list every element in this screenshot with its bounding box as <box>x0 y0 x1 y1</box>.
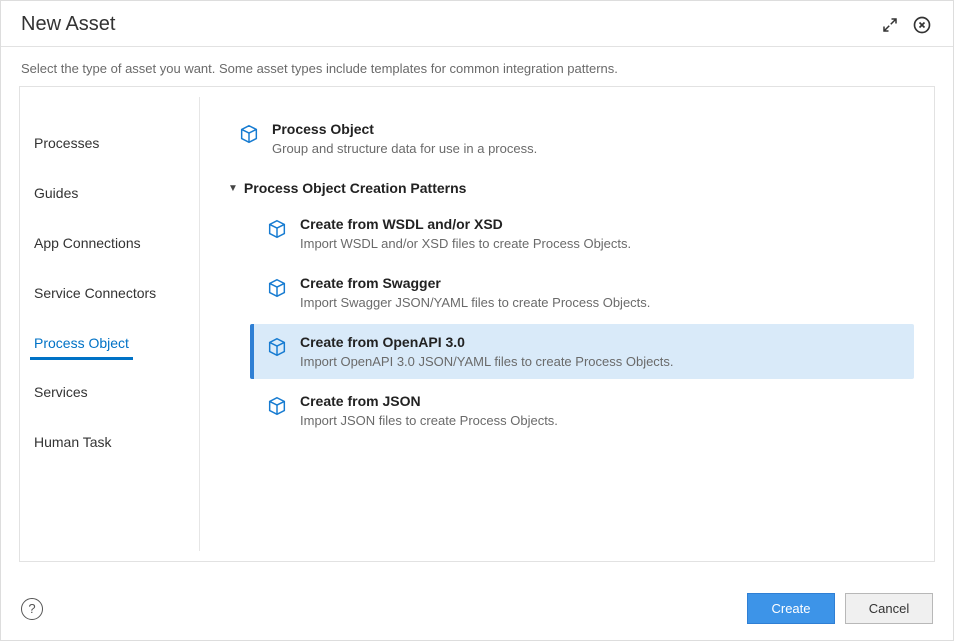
sidebar-item-guides[interactable]: Guides <box>30 175 82 211</box>
sidebar-item-services[interactable]: Services <box>30 374 92 410</box>
cube-icon <box>266 336 288 363</box>
option-desc: Import WSDL and/or XSD files to create P… <box>300 236 631 251</box>
option-text: Create from OpenAPI 3.0 Import OpenAPI 3… <box>300 334 674 369</box>
option-create-from-openapi[interactable]: Create from OpenAPI 3.0 Import OpenAPI 3… <box>250 324 914 379</box>
help-icon[interactable]: ? <box>21 598 43 620</box>
section-label: Process Object Creation Patterns <box>244 180 467 196</box>
titlebar: New Asset <box>1 1 953 47</box>
cube-icon <box>238 123 260 150</box>
cube-icon <box>266 277 288 304</box>
sidebar-item-process-object[interactable]: Process Object <box>30 325 133 360</box>
option-title: Create from JSON <box>300 393 558 409</box>
option-title: Create from Swagger <box>300 275 650 291</box>
option-text: Create from JSON Import JSON files to cr… <box>300 393 558 428</box>
cube-icon <box>266 218 288 245</box>
content-area: Processes Guides App Connections Service… <box>1 86 953 581</box>
option-create-from-json[interactable]: Create from JSON Import JSON files to cr… <box>250 383 914 438</box>
sidebar-item-app-connections[interactable]: App Connections <box>30 225 145 261</box>
section-creation-patterns[interactable]: ▼ Process Object Creation Patterns <box>228 180 914 196</box>
options-main: Process Object Group and structure data … <box>200 87 934 561</box>
option-text: Create from WSDL and/or XSD Import WSDL … <box>300 216 631 251</box>
cancel-button[interactable]: Cancel <box>845 593 933 624</box>
content-panel: Processes Guides App Connections Service… <box>19 86 935 562</box>
option-desc: Group and structure data for use in a pr… <box>272 141 537 156</box>
option-text: Create from Swagger Import Swagger JSON/… <box>300 275 650 310</box>
dialog-subtext: Select the type of asset you want. Some … <box>1 47 953 86</box>
option-process-object[interactable]: Process Object Group and structure data … <box>222 111 914 166</box>
expand-icon[interactable] <box>879 14 901 36</box>
caret-down-icon: ▼ <box>228 183 238 194</box>
option-desc: Import OpenAPI 3.0 JSON/YAML files to cr… <box>300 354 674 369</box>
pattern-options: Create from WSDL and/or XSD Import WSDL … <box>222 206 914 438</box>
option-text: Process Object Group and structure data … <box>272 121 537 156</box>
sidebar-item-processes[interactable]: Processes <box>30 125 103 161</box>
sidebar-item-service-connectors[interactable]: Service Connectors <box>30 275 160 311</box>
dialog-title: New Asset <box>21 13 115 36</box>
cube-icon <box>266 395 288 422</box>
new-asset-dialog: New Asset Select the type of asset you w… <box>0 0 954 641</box>
title-actions <box>879 14 933 36</box>
option-create-from-swagger[interactable]: Create from Swagger Import Swagger JSON/… <box>250 265 914 320</box>
sidebar-item-human-task[interactable]: Human Task <box>30 424 116 460</box>
option-desc: Import Swagger JSON/YAML files to create… <box>300 295 650 310</box>
create-button[interactable]: Create <box>747 593 835 624</box>
asset-type-sidebar: Processes Guides App Connections Service… <box>20 97 200 551</box>
close-icon[interactable] <box>911 14 933 36</box>
option-create-from-wsdl-xsd[interactable]: Create from WSDL and/or XSD Import WSDL … <box>250 206 914 261</box>
dialog-footer: ? Create Cancel <box>1 581 953 640</box>
option-title: Create from OpenAPI 3.0 <box>300 334 674 350</box>
option-title: Create from WSDL and/or XSD <box>300 216 631 232</box>
option-desc: Import JSON files to create Process Obje… <box>300 413 558 428</box>
option-title: Process Object <box>272 121 537 137</box>
